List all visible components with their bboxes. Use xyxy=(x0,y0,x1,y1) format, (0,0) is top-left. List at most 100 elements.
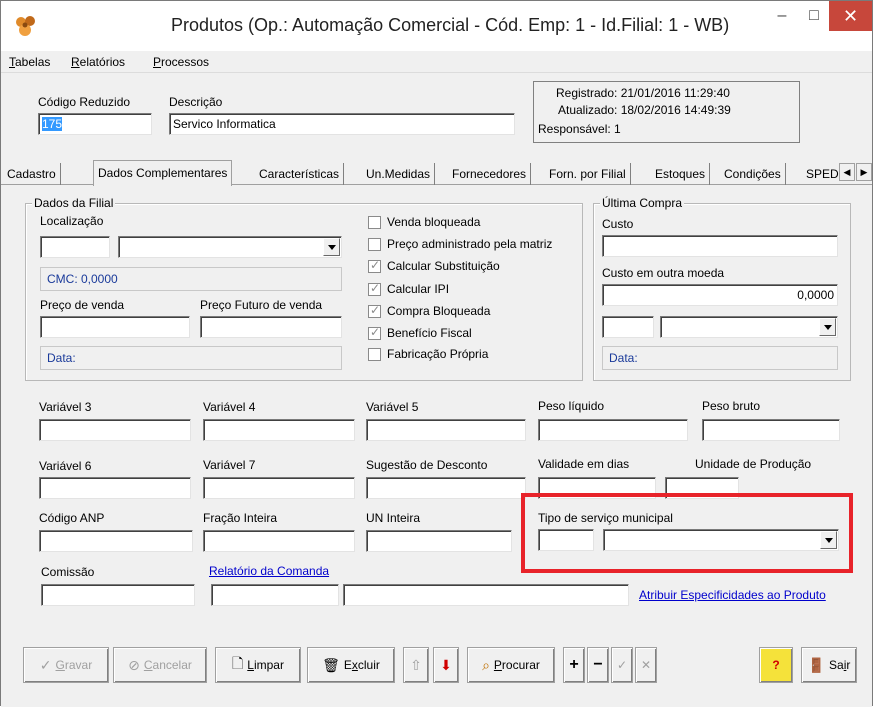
menu-bar: Tabelas Relatórios Processos xyxy=(1,51,872,73)
variavel7-input[interactable] xyxy=(203,477,355,499)
preco-futuro-input[interactable] xyxy=(200,316,342,338)
arrow-up-icon: ⇧ xyxy=(410,656,422,673)
atribuir-especificidades-link[interactable]: Atribuir Especificidades ao Produto xyxy=(639,588,826,602)
peso-bruto-label: Peso bruto xyxy=(702,399,761,413)
tab-un-medidas[interactable]: Un.Medidas xyxy=(362,163,436,185)
codigo-anp-label: Código ANP xyxy=(39,511,105,525)
dados-filial-title: Dados da Filial xyxy=(32,196,116,210)
tab-condicoes[interactable]: Condições xyxy=(720,163,786,185)
close-button[interactable]: ✕ xyxy=(829,1,872,31)
highlight-box xyxy=(521,493,853,573)
descricao-input[interactable]: Servico Informatica xyxy=(169,113,515,135)
sugestao-desconto-input[interactable] xyxy=(366,477,526,499)
custo-input[interactable] xyxy=(602,235,838,257)
fracao-inteira-input[interactable] xyxy=(203,530,355,552)
responsavel-text: Responsável: 1 xyxy=(538,122,621,136)
tab-strip: Cadastro Dados Complementares Caracterís… xyxy=(1,160,872,186)
variavel6-input[interactable] xyxy=(39,477,191,499)
localizacao-select[interactable] xyxy=(118,236,342,258)
checkbox-calcular-ipi[interactable]: Calcular IPI xyxy=(368,281,449,296)
moeda-code-input[interactable] xyxy=(602,316,654,338)
tab-caracteristicas[interactable]: Características xyxy=(255,163,345,185)
checkbox-venda-bloqueada[interactable]: Venda bloqueada xyxy=(368,215,480,229)
variavel5-label: Variável 5 xyxy=(366,400,419,414)
variavel4-input[interactable] xyxy=(203,419,355,441)
ultima-compra-title: Última Compra xyxy=(600,196,685,210)
variavel5-input[interactable] xyxy=(366,419,526,441)
help-icon: ? xyxy=(772,658,780,672)
localizacao-label: Localização xyxy=(40,214,104,228)
gravar-button[interactable]: ✓ Gravar xyxy=(23,647,109,683)
cmc-panel: CMC: 0,0000 xyxy=(40,267,342,291)
tab-estoques[interactable]: Estoques xyxy=(651,163,711,185)
checkbox-box[interactable] xyxy=(368,281,381,296)
variavel3-input[interactable] xyxy=(39,419,191,441)
plus-icon: + xyxy=(569,656,579,673)
checkbox-calcular-substituicao[interactable]: Calcular Substituição xyxy=(368,258,500,273)
next-record-button[interactable]: ⬇ xyxy=(433,647,459,683)
comanda-desc-input[interactable] xyxy=(343,584,629,606)
variavel4-label: Variável 4 xyxy=(203,400,256,414)
tab-scroll-right-icon[interactable]: ▶ xyxy=(856,163,872,181)
checkbox-box[interactable] xyxy=(368,347,381,361)
checkbox-fabricacao-propria[interactable]: Fabricação Própria xyxy=(368,347,488,361)
validade-dias-label: Validade em dias xyxy=(538,457,630,471)
checkbox-box[interactable] xyxy=(368,325,381,340)
add-record-button[interactable]: + xyxy=(563,647,585,683)
chevron-down-icon[interactable] xyxy=(819,318,836,336)
tab-dados-complementares[interactable]: Dados Complementares xyxy=(93,160,233,186)
close-icon: ✕ xyxy=(640,658,652,672)
codigo-anp-input[interactable] xyxy=(39,530,193,552)
procurar-button[interactable]: ⌕ Procurar xyxy=(467,647,555,683)
checkbox-preco-administrado[interactable]: Preço administrado pela matriz xyxy=(368,237,552,251)
peso-liquido-input[interactable] xyxy=(538,419,688,441)
checkbox-compra-bloqueada[interactable]: Compra Bloqueada xyxy=(368,303,490,318)
custo-outra-moeda-input[interactable]: 0,0000 xyxy=(602,284,838,306)
moeda-select[interactable] xyxy=(660,316,838,338)
tab-scroll-left-icon[interactable]: ◀ xyxy=(839,163,855,181)
checkbox-beneficio-fiscal[interactable]: Benefício Fiscal xyxy=(368,325,472,340)
comanda-code-input[interactable] xyxy=(211,584,339,606)
clear-page-icon: 🗋 xyxy=(232,655,244,671)
limpar-button[interactable]: 🗋 Limpar xyxy=(215,647,301,683)
localizacao-code-input[interactable] xyxy=(40,236,110,258)
previous-record-button[interactable]: ⇧ xyxy=(403,647,429,683)
checkbox-box[interactable] xyxy=(368,258,381,273)
cancelar-button[interactable]: ⊘ Cancelar xyxy=(113,647,207,683)
sair-button[interactable]: 🚪 Sair xyxy=(801,647,857,683)
custo-label: Custo xyxy=(602,217,634,231)
maximize-button[interactable]: □ xyxy=(799,1,829,31)
tab-cadastro[interactable]: Cadastro xyxy=(3,163,61,185)
tab-sped[interactable]: SPED xyxy=(802,163,843,185)
ultima-compra-group: Última Compra Custo Custo em outra moeda… xyxy=(593,196,851,381)
reject-button[interactable]: ✕ xyxy=(635,647,657,683)
registro-info-box: Registrado: 21/01/2016 11:29:40 Atualiza… xyxy=(533,81,800,143)
menu-processos[interactable]: Processos xyxy=(153,55,209,69)
un-inteira-input[interactable] xyxy=(366,530,512,552)
remove-record-button[interactable]: − xyxy=(587,647,609,683)
preco-venda-input[interactable] xyxy=(40,316,190,338)
codigo-reduzido-input[interactable]: 175 xyxy=(38,113,152,135)
tab-fornecedores[interactable]: Fornecedores xyxy=(448,163,532,185)
data-panel-filial: Data: xyxy=(40,346,342,370)
minimize-button[interactable]: – xyxy=(765,1,799,31)
preco-venda-label: Preço de venda xyxy=(40,298,125,312)
menu-relatorios[interactable]: Relatórios xyxy=(71,55,125,69)
atualizado-text: Atualizado: 18/02/2016 14:49:39 xyxy=(558,103,731,117)
help-button[interactable]: ? xyxy=(759,647,793,683)
comissao-input[interactable] xyxy=(41,584,195,606)
client-area: Código Reduzido 175 Descrição Servico In… xyxy=(1,73,872,707)
data-panel-compra: Data: xyxy=(602,346,838,370)
chevron-down-icon[interactable] xyxy=(323,238,340,256)
tab-forn-por-filial[interactable]: Forn. por Filial xyxy=(545,163,631,185)
checkbox-box[interactable] xyxy=(368,215,381,229)
menu-tabelas[interactable]: Tabelas xyxy=(9,55,50,69)
relatorio-comanda-link[interactable]: Relatório da Comanda xyxy=(209,564,329,578)
confirm-button[interactable]: ✓ xyxy=(611,647,633,683)
peso-bruto-input[interactable] xyxy=(702,419,840,441)
app-icon xyxy=(16,16,35,36)
arrow-down-icon: ⬇ xyxy=(440,656,452,673)
excluir-button[interactable]: 🗑 Excluir xyxy=(307,647,395,683)
checkbox-box[interactable] xyxy=(368,237,381,251)
checkbox-box[interactable] xyxy=(368,303,381,318)
